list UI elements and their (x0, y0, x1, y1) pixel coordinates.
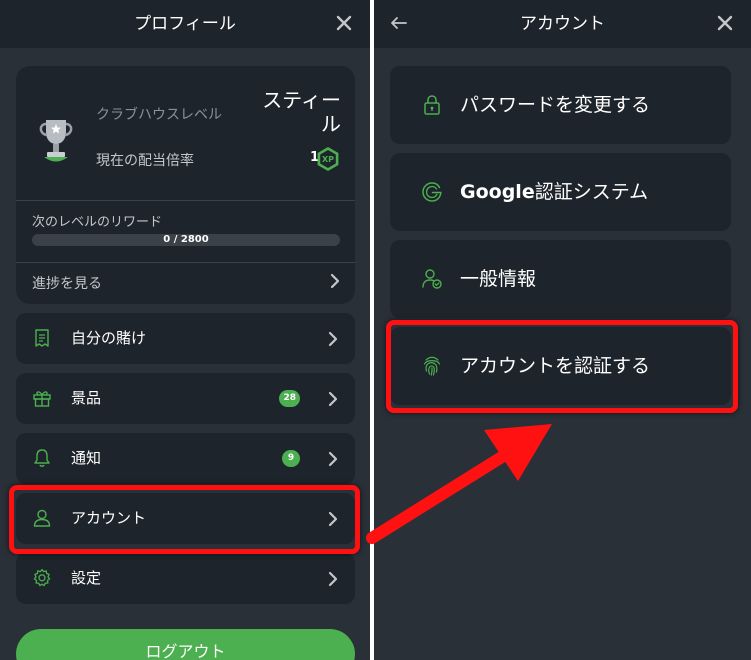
user-check-icon (422, 269, 442, 289)
account-header: アカウント (374, 0, 751, 48)
verify-account-highlight (386, 320, 738, 413)
prizes-count-badge: 28 (279, 390, 300, 407)
clubhouse-level-label: クラブハウスレベル (96, 107, 222, 123)
lock-icon (424, 95, 440, 115)
menu-item-notifications[interactable]: 通知 9 (16, 433, 355, 484)
profile-title: プロフィール (134, 14, 236, 34)
close-icon[interactable] (334, 13, 354, 33)
reward-progress-bar: 0 / 2800 (32, 234, 340, 246)
bell-icon (34, 449, 50, 467)
trophy-icon (39, 120, 73, 162)
close-icon[interactable] (715, 13, 735, 33)
card-divider (16, 200, 355, 201)
menu-item-my-bets[interactable]: 自分の賭け (16, 313, 355, 364)
menu-item-settings[interactable]: 設定 (16, 553, 355, 604)
change-password-label: パスワードを変更する (460, 94, 651, 116)
chevron-right-icon (328, 391, 338, 407)
logout-button[interactable]: ログアウト (16, 629, 355, 660)
chevron-right-icon[interactable] (329, 273, 341, 289)
authenticator-text: 認証システム (534, 181, 649, 203)
gift-icon (33, 391, 51, 407)
google-g-icon (422, 182, 442, 202)
multiplier-label: 現在の配当倍率 (96, 153, 194, 169)
general-info-item[interactable]: 一般情報 (390, 240, 731, 318)
reward-progress-text: 0 / 2800 (163, 234, 209, 245)
menu-item-prizes[interactable]: 景品 28 (16, 373, 355, 424)
menu-item-label: 景品 (71, 389, 102, 407)
chevron-right-icon (328, 331, 338, 347)
receipt-icon (35, 329, 49, 347)
profile-panel: プロフィール クラブハウスレベル スティール 現在の配当倍率 1 XP 次のレベ… (0, 0, 370, 660)
change-password-item[interactable]: パスワードを変更する (390, 66, 731, 144)
google-authenticator-item[interactable]: Google認証システム (390, 153, 731, 231)
menu-item-label: 通知 (71, 449, 102, 467)
card-divider (16, 262, 355, 263)
notifications-count-badge: 9 (282, 450, 300, 467)
account-item-highlight (9, 485, 360, 554)
profile-header: プロフィール (0, 0, 370, 48)
clubhouse-card: クラブハウスレベル スティール 現在の配当倍率 1 XP 次のレベルのリワード … (16, 66, 355, 304)
clubhouse-level-value: スティール (262, 88, 341, 136)
next-reward-label: 次のレベルのリワード (32, 215, 163, 230)
view-progress-link[interactable]: 進捗を見る (32, 273, 102, 293)
gear-icon (33, 568, 51, 587)
chevron-right-icon (328, 451, 338, 467)
chevron-right-icon (328, 571, 338, 587)
account-title: アカウント (520, 14, 605, 34)
google-brand-text: Google (460, 181, 535, 203)
menu-item-label: 設定 (71, 569, 102, 587)
svg-text:XP: XP (322, 155, 334, 164)
general-info-label: 一般情報 (460, 268, 537, 290)
google-authenticator-label: Google認証システム (460, 153, 648, 231)
xp-icon: XP (317, 147, 339, 171)
menu-item-label: 自分の賭け (71, 329, 147, 347)
